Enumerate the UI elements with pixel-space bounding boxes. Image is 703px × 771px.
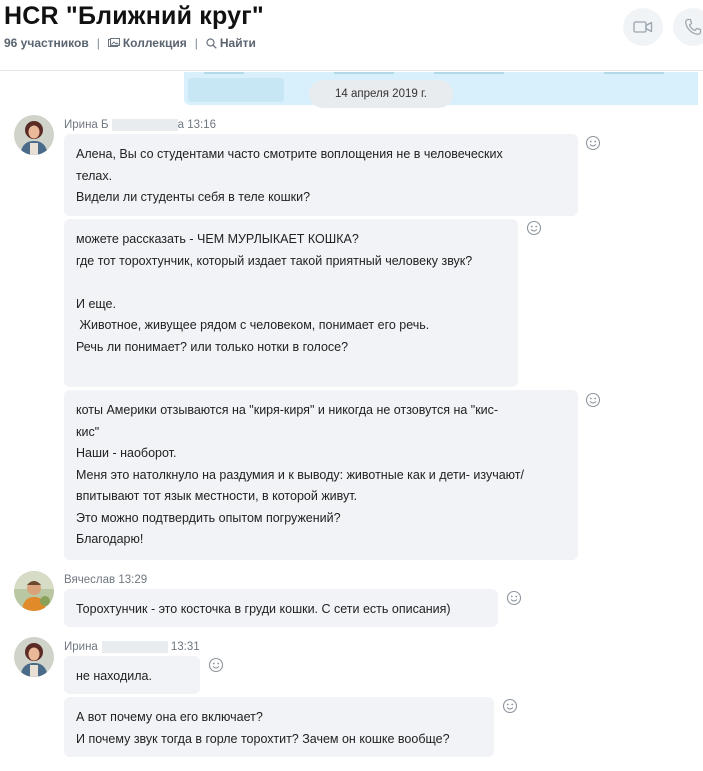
redacted-name xyxy=(101,641,168,653)
message-time: 13:16 xyxy=(187,119,216,132)
message-sender: Ирина 13:31 xyxy=(64,641,200,653)
collection-link[interactable]: Коллекция xyxy=(107,36,187,50)
message-text-line: Видели ли студенты себя в теле кошки? xyxy=(76,190,311,204)
text-fragment xyxy=(204,72,244,74)
video-call-button[interactable] xyxy=(623,8,663,46)
message-time: 13:29 xyxy=(118,574,148,586)
find-link[interactable]: Найти xyxy=(206,36,256,50)
message-time: 13:31 xyxy=(170,641,200,654)
message-text-line: Благодарю! xyxy=(76,532,144,546)
message-bubble[interactable]: можете рассказать - ЧЕМ МУРЛЫКАЕТ КОШКА?… xyxy=(64,219,518,387)
redacted-content xyxy=(188,78,284,102)
message-sender: Вячеслав 13:29 xyxy=(64,574,147,586)
search-icon xyxy=(206,37,217,49)
gallery-icon xyxy=(107,38,120,47)
video-camera-icon xyxy=(633,21,653,33)
chat-meta: 96 участников | Коллекция | Найти xyxy=(4,36,256,50)
sender-name: Ирина Б xyxy=(64,119,109,132)
message-text-line: телах. xyxy=(76,168,113,183)
message-text-line: И еще. xyxy=(76,296,116,311)
separator: | xyxy=(194,36,198,50)
avatar[interactable] xyxy=(14,637,54,677)
message-bubble[interactable]: коты Америки отзываются на "киря-киря" и… xyxy=(64,390,578,560)
message-bubble[interactable]: Торохтунчик - это косточка в груди кошки… xyxy=(64,589,498,627)
text-fragment xyxy=(434,72,504,74)
message-text-line: не находила. xyxy=(76,669,152,683)
message-bubble[interactable]: А вот почему она его включает? И почему … xyxy=(64,697,494,757)
message-text-line: кис" xyxy=(76,424,100,439)
smiley-icon[interactable] xyxy=(208,657,224,673)
message-text-line: Меня это натолкнуло на раздумия и к выво… xyxy=(76,467,524,482)
find-label: Найти xyxy=(219,36,256,50)
message-text-line: Алена, Вы со студентами часто смотрите в… xyxy=(76,147,503,161)
smiley-icon[interactable] xyxy=(502,698,518,714)
message-text-line: коты Америки отзываются на "киря-киря" и… xyxy=(76,403,499,417)
sender-name-suffix: а xyxy=(177,119,184,132)
participants-count[interactable]: 96 участников xyxy=(4,36,89,50)
chat-header: HCR "Ближний круг" 96 участников | Колле… xyxy=(0,0,703,71)
audio-call-button[interactable] xyxy=(673,8,703,46)
separator: | xyxy=(96,36,100,50)
message-text-line: Речь ли понимает? или только нотки в гол… xyxy=(76,339,349,354)
message-text-line: Торохтунчик - это косточка в груди кошки… xyxy=(76,602,451,616)
message-text-line: Наши - наоборот. xyxy=(76,446,177,460)
sender-name: Ирина xyxy=(64,641,98,654)
message-text-line: Это можно подтвердить опытом погружений? xyxy=(76,510,341,525)
sender-name: Вячеслав xyxy=(64,574,116,586)
date-separator: 14 апреля 2019 г. xyxy=(309,80,453,108)
phone-icon xyxy=(685,18,702,35)
message-text-line: Животное, живущее рядом с человеком, пон… xyxy=(76,318,430,332)
collection-label: Коллекция xyxy=(122,36,187,50)
smiley-icon[interactable] xyxy=(526,220,542,236)
message-sender: Ирина Б а 13:16 xyxy=(64,119,216,131)
smiley-icon[interactable] xyxy=(506,590,522,606)
message-text-line: впитывают тот язык местности, в которой … xyxy=(76,489,358,503)
smiley-icon[interactable] xyxy=(585,135,601,151)
text-fragment xyxy=(604,72,664,74)
message-text-line: можете рассказать - ЧЕМ МУРЛЫКАЕТ КОШКА? xyxy=(76,232,359,246)
message-text-line: И почему звук тогда в горле торохтит? За… xyxy=(76,731,450,746)
smiley-icon[interactable] xyxy=(585,392,601,408)
redacted-name xyxy=(111,119,178,131)
message-text-line xyxy=(76,272,506,294)
avatar[interactable] xyxy=(14,571,54,611)
chat-title: HCR "Ближний круг" xyxy=(4,2,264,30)
message-bubble[interactable]: не находила. xyxy=(64,656,200,694)
message-text-line: где тот торохтунчик, который издает тако… xyxy=(76,253,473,268)
message-bubble[interactable]: Алена, Вы со студентами часто смотрите в… xyxy=(64,134,578,216)
avatar[interactable] xyxy=(14,115,54,155)
message-text-line: А вот почему она его включает? xyxy=(76,710,263,724)
text-fragment xyxy=(334,72,394,74)
